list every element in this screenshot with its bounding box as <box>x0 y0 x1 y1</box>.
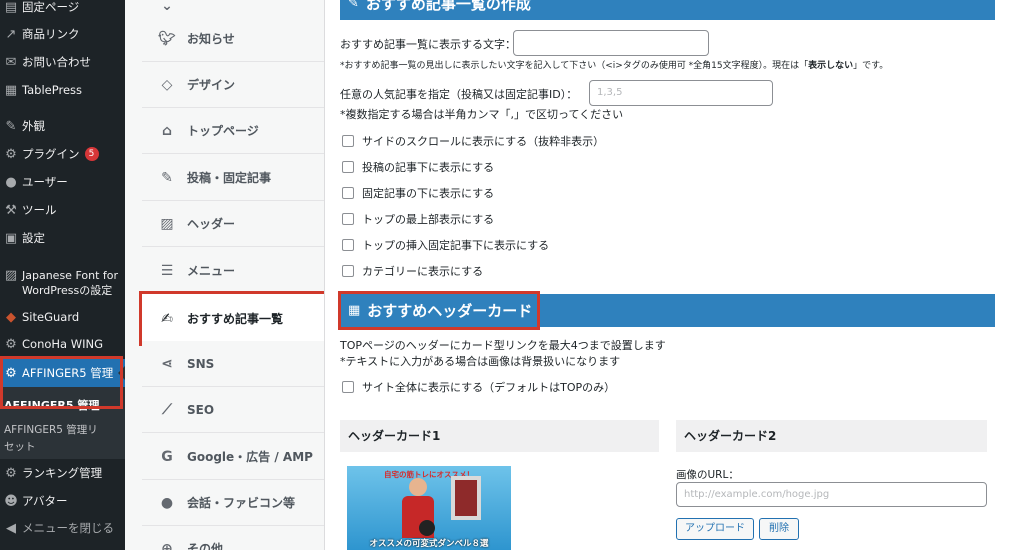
collapse-icon: ◀ <box>6 520 16 536</box>
share-icon: ⋖ <box>161 355 173 372</box>
popular-post-id-note: *複数指定する場合は半角カンマ「,」で区切ってください <box>340 108 624 121</box>
section-header-recommended-list: ✎ おすすめ記事一覧の作成 <box>340 0 995 20</box>
checkbox-row-site-wide[interactable]: サイト全体に表示にする（デフォルトはTOPのみ） <box>342 379 615 395</box>
admin-menu-item-plugins[interactable]: ⚙ プラグイン 5 <box>0 140 125 168</box>
recommended-text-input[interactable] <box>513 30 709 56</box>
admin-menu-item-avatar[interactable]: ☻ アバター <box>0 487 125 515</box>
settings-nav: ⌄ 🐦︎ お知らせ ◇ デザイン ⌂ トップページ ✎ 投稿・固定記事 ▨ ヘッ… <box>125 0 325 550</box>
header-card-1-image[interactable]: 自宅の筋トレにオススメ！ オススメの可変式ダンベル８選 <box>347 466 511 550</box>
submenu-item-affinger5-reset[interactable]: AFFINGER5 管理リセット <box>0 422 110 456</box>
image-url-label: 画像のURL： <box>676 469 739 481</box>
admin-menu-item-settings[interactable]: ▣ 設定 <box>0 224 125 252</box>
main-content: ✎ おすすめ記事一覧の作成 おすすめ記事一覧に表示する文字： *おすすめ記事一覧… <box>326 0 1024 550</box>
image-caption-top: 自宅の筋トレにオススメ！ <box>384 470 474 479</box>
settings-nav-item-google[interactable]: G Google・広告 / AMP <box>142 434 324 480</box>
home-icon: ⌂ <box>161 122 173 139</box>
dumbbell-icon <box>419 520 435 536</box>
diamond-icon: ◇ <box>161 76 173 93</box>
settings-nav-item-header[interactable]: ▨ ヘッダー <box>142 201 324 247</box>
checkbox[interactable] <box>342 135 354 147</box>
gear-icon: ⚙ <box>5 336 17 352</box>
admin-menu-item-users[interactable]: ● ユーザー <box>0 168 125 196</box>
checkbox-row-category[interactable]: カテゴリーに表示にする <box>342 263 483 279</box>
settings-nav-item-seo[interactable]: ⟋ SEO <box>142 387 324 433</box>
admin-menu-item-tablepress[interactable]: ▦ TablePress <box>0 76 125 104</box>
settings-icon: ▣ <box>4 230 18 246</box>
checkbox-row-top-inserted[interactable]: トップの挿入固定記事下に表示にする <box>342 237 549 253</box>
checkbox-row-post-bottom[interactable]: 投稿の記事下に表示にする <box>342 159 494 175</box>
mail-icon: ✉ <box>5 54 17 70</box>
image-icon: ▨ <box>160 215 174 232</box>
plus-circle-icon: ⊕ <box>161 540 173 550</box>
menu-icon: ☰ <box>160 262 174 279</box>
brush-icon: ✎ <box>5 118 17 134</box>
header-card-description: TOPページのヘッダーにカード型リンクを最大4つまで設置します <box>340 339 666 352</box>
google-icon: G <box>161 448 173 465</box>
image-caption-bottom: オススメの可変式ダンベル８選 <box>369 539 489 549</box>
admin-menu-item-siteguard[interactable]: ◆ SiteGuard <box>0 303 125 331</box>
gear-icon: ⚙ <box>5 465 17 481</box>
header-card-highlight-frame <box>338 291 540 330</box>
settings-nav-item-other[interactable]: ⊕ その他 <box>142 526 324 550</box>
image-url-input[interactable]: http://example.com/hoge.jpg <box>676 482 987 507</box>
checkbox[interactable] <box>342 239 354 251</box>
delete-button[interactable]: 削除 <box>759 518 799 540</box>
checkbox[interactable] <box>342 381 354 393</box>
upload-button[interactable]: アップロード <box>676 518 754 540</box>
checkbox[interactable] <box>342 187 354 199</box>
admin-menu-item-pages[interactable]: ▤ 固定ページ <box>0 0 125 21</box>
admin-menu-item-product-links[interactable]: ↗ 商品リンク <box>0 20 125 48</box>
plugin-update-badge: 5 <box>84 147 99 161</box>
checkbox-row-page-bottom[interactable]: 固定記事の下に表示にする <box>342 185 494 201</box>
admin-menu: ▤ 固定ページ ↗ 商品リンク ✉ お問い合わせ ▦ TablePress ✎ … <box>0 0 125 550</box>
edit-icon: ✎ <box>161 169 173 186</box>
popular-post-id-label: 任意の人気記事を指定（投稿又は固定記事ID）： <box>340 88 578 101</box>
settings-nav-item-notice[interactable]: 🐦︎ お知らせ <box>142 16 324 62</box>
avatar-icon: ☻ <box>4 493 18 509</box>
admin-menu-item-appearance[interactable]: ✎ 外観 <box>0 112 125 140</box>
user-icon: ● <box>5 174 17 190</box>
header-card-1-title: ヘッダーカード1 <box>340 420 659 452</box>
recommended-text-label: おすすめ記事一覧に表示する文字： <box>340 38 516 51</box>
checkbox-row-sidebar-scroll[interactable]: サイドのスクロールに表示にする（抜粋非表示） <box>342 133 604 149</box>
settings-nav-item-design[interactable]: ◇ デザイン <box>142 62 324 108</box>
settings-nav-item-conversation[interactable]: ● 会話・ファビコン等 <box>142 480 324 526</box>
comment-icon: ● <box>160 494 174 511</box>
settings-nav-item-sns[interactable]: ⋖ SNS <box>142 341 324 387</box>
pin-icon: ⌄ <box>161 0 173 14</box>
mirror-frame <box>451 476 481 520</box>
header-card-note: *テキストに入力がある場合は画像は背景扱いになります <box>340 355 621 368</box>
twitter-icon: 🐦︎ <box>158 30 176 47</box>
admin-menu-item-conoha-wing[interactable]: ⚙ ConoHa WING <box>0 330 125 358</box>
settings-nav-item-recommended[interactable]: ✍ おすすめ記事一覧 <box>139 291 324 346</box>
header-card-2-title: ヘッダーカード2 <box>676 420 987 452</box>
settings-nav-item-posts[interactable]: ✎ 投稿・固定記事 <box>142 155 324 201</box>
checkbox[interactable] <box>342 161 354 173</box>
admin-menu-item-contact[interactable]: ✉ お問い合わせ <box>0 48 125 76</box>
collapse-menu-button[interactable]: ◀ メニューを閉じる <box>0 514 125 542</box>
table-icon: ▦ <box>4 82 18 98</box>
popular-post-id-input[interactable]: 1,3,5 <box>589 80 773 106</box>
checkbox[interactable] <box>342 213 354 225</box>
link-icon: ↗ <box>5 26 17 42</box>
figure-head <box>409 478 427 496</box>
checkbox[interactable] <box>342 265 354 277</box>
admin-menu-item-tools[interactable]: ⚒ ツール <box>0 196 125 224</box>
edit-icon: ✎ <box>348 0 359 11</box>
font-icon: ▨ <box>4 268 18 283</box>
settings-nav-item-top-page[interactable]: ⌂ トップページ <box>142 108 324 154</box>
settings-nav-item-menu[interactable]: ☰ メニュー <box>142 248 324 294</box>
shield-icon: ◆ <box>6 309 16 325</box>
plugin-icon: ⚙ <box>5 146 17 162</box>
checkbox-row-top-upper[interactable]: トップの最上部表示にする <box>342 211 494 227</box>
page-icon: ▤ <box>4 0 18 15</box>
chart-icon: ⟋ <box>162 401 172 418</box>
wrench-icon: ⚒ <box>5 202 17 218</box>
admin-menu-item-japanese-font[interactable]: ▨ Japanese Font for WordPressの設定 <box>0 266 125 300</box>
pen-square-icon: ✍ <box>161 310 173 327</box>
recommended-text-note: *おすすめ記事一覧の見出しに表示したい文字を記入して下さい（<i>タグのみ使用可… <box>340 61 889 71</box>
affinger5-highlight-frame <box>0 356 123 409</box>
admin-menu-item-ranking[interactable]: ⚙ ランキング管理 <box>0 459 125 487</box>
